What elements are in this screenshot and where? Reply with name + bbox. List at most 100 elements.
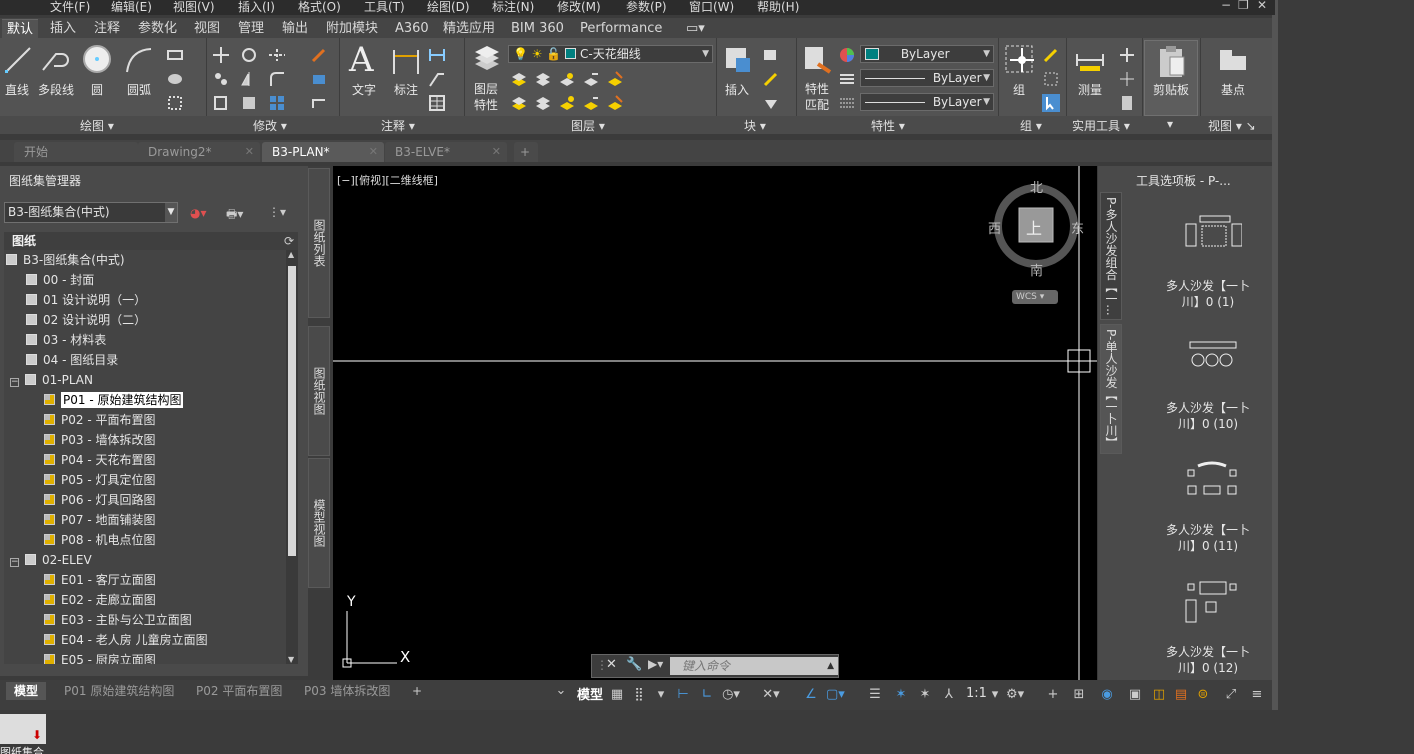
palette-item-label[interactable]: 多人沙发【一卜川】0 (11) (1158, 522, 1258, 554)
lineweight-dropdown[interactable]: ByLayer ▼ (860, 93, 994, 111)
print-icon[interactable]: 🖶▾ (226, 205, 243, 226)
layer-tool-icon[interactable] (582, 94, 600, 112)
wcs-menu[interactable]: WCS ▾ (1012, 290, 1058, 304)
tree-group[interactable]: − 02-ELEV (10, 550, 92, 570)
menu-file[interactable]: 文件(F) (50, 0, 90, 15)
tree-sheet-item[interactable]: E02 - 走廊立面图 (44, 590, 156, 610)
dimension-label[interactable]: 标注 (394, 81, 418, 98)
hardware-acceleration-icon[interactable]: ◉ (1098, 686, 1116, 704)
compass-north[interactable]: 北 (1030, 177, 1043, 196)
annotation-panel-title[interactable]: 注释 ▾ (381, 117, 415, 134)
text-label[interactable]: 文字 (352, 81, 376, 98)
annotation-scale-icon[interactable]: ⅄ (940, 686, 958, 704)
hamburger-menu-icon[interactable]: ≡ (1248, 686, 1266, 704)
group-selection-icon[interactable] (1042, 94, 1060, 112)
scale-icon[interactable] (240, 94, 258, 112)
match-properties-icon[interactable] (802, 44, 834, 76)
fullscreen-icon[interactable]: ⤢ (1222, 686, 1240, 704)
graphics-icon[interactable]: ▣ (1126, 686, 1144, 704)
isometric-icon[interactable]: ✕▾ (762, 686, 780, 704)
desktop-icon-thumbnail[interactable]: ⬇ (0, 714, 46, 744)
create-block-icon[interactable] (762, 46, 780, 64)
circle-label[interactable]: 圆 (91, 81, 103, 98)
tab-performance[interactable]: Performance (580, 19, 662, 38)
tree-sheet-item[interactable]: P06 - 灯具回路图 (44, 490, 155, 510)
dynamic-input-icon[interactable]: ⊢ (674, 686, 692, 704)
gradient-icon[interactable] (166, 94, 184, 112)
scroll-down-icon[interactable]: ▼ (288, 655, 294, 664)
menu-insert[interactable]: 插入(I) (238, 0, 275, 15)
lock-ui-icon[interactable]: ▤ (1172, 686, 1190, 704)
tab-annotate[interactable]: 注释 (94, 19, 120, 38)
group-label[interactable]: 组 (1013, 81, 1025, 98)
tab-featured-apps[interactable]: 精选应用 (443, 19, 495, 38)
object-snap-tracking-icon[interactable]: ∠ (802, 686, 820, 704)
lineweight-icon[interactable] (838, 94, 856, 112)
command-input[interactable]: 键入命令 ▲ (670, 657, 838, 675)
wrench-icon[interactable]: 🔧 (626, 657, 642, 672)
block-panel-title[interactable]: 块 ▾ (744, 117, 766, 134)
snap-icon[interactable]: ⣿ (630, 686, 648, 704)
modify-panel-title[interactable]: 修改 ▾ (253, 117, 287, 134)
annotation-scale[interactable]: 1:1 (966, 686, 987, 701)
tab-view[interactable]: 视图 (194, 19, 220, 38)
close-icon[interactable]: ✕ (1257, 0, 1267, 12)
tree-sheet-item[interactable]: E05 - 厨房立面图 (44, 650, 156, 664)
grid-icon[interactable]: ▦ (608, 686, 626, 704)
scrollbar-thumb[interactable] (288, 266, 296, 556)
erase-icon[interactable] (310, 46, 328, 64)
layer-tool-icon[interactable] (534, 70, 552, 88)
measure-icon[interactable] (1074, 46, 1106, 74)
move-icon[interactable] (212, 46, 230, 64)
menu-dimension[interactable]: 标注(N) (492, 0, 534, 15)
linetype-icon[interactable] (838, 70, 856, 88)
compass-south[interactable]: 南 (1030, 260, 1043, 279)
layer-dropdown[interactable]: 💡 ☀ 🔓 C-天花细线 ▼ (508, 45, 713, 63)
explode-icon[interactable] (310, 70, 328, 88)
linear-dimension-icon[interactable] (428, 46, 446, 64)
menu-modify[interactable]: 修改(M) (557, 0, 601, 15)
measure-label[interactable]: 测量 (1078, 81, 1102, 98)
restore-icon[interactable]: ❐ (1238, 0, 1249, 12)
tab-bim360[interactable]: BIM 360 (511, 19, 564, 38)
id-point-icon[interactable] (1118, 70, 1136, 88)
ribbon-options-icon[interactable]: ▭▾ (686, 19, 705, 38)
collapse-icon[interactable]: − (10, 558, 19, 567)
text-icon[interactable]: A (349, 40, 374, 80)
refresh-icon[interactable]: ⟳ (284, 232, 294, 250)
view-panel-title[interactable]: 视图 ▾ ↘ (1208, 117, 1256, 134)
collapse-icon[interactable]: − (10, 378, 19, 387)
layer-tool-icon[interactable] (558, 94, 576, 112)
sheet-tools-icon[interactable]: ⋮▾ (268, 205, 286, 219)
scroll-up-icon[interactable]: ▲ (288, 250, 294, 259)
tab-model-views[interactable]: 模型视图 (308, 458, 330, 588)
auto-scale-icon[interactable]: ✶ (916, 686, 934, 704)
palette-item-label[interactable]: 多人沙发【一卜川】0 (12) (1158, 644, 1258, 676)
palette-item-label[interactable]: 多人沙发【一卜川】0 (10) (1158, 400, 1258, 432)
calculator-icon[interactable] (1118, 94, 1136, 112)
layer-tool-icon[interactable] (606, 70, 624, 88)
tree-sheet-item[interactable]: E04 - 老人房 儿童房立面图 (44, 630, 208, 650)
array-icon[interactable] (268, 94, 286, 112)
minimize-icon[interactable]: − (1221, 0, 1231, 12)
groups-panel-title[interactable]: 组 ▾ (1020, 117, 1042, 134)
insert-label[interactable]: 插入 (725, 81, 749, 98)
chevron-up-icon[interactable]: ▲ (827, 657, 834, 675)
rectangle-icon[interactable] (166, 46, 184, 64)
doc-tab-b3-elve[interactable]: B3-ELVE* ✕ (385, 142, 507, 162)
quick-properties-icon[interactable]: ◫ (1150, 686, 1168, 704)
properties-panel-title[interactable]: 特性 ▾ (871, 117, 905, 134)
tree-sheet-item[interactable]: P04 - 天花布置图 (44, 450, 155, 470)
menu-edit[interactable]: 编辑(E) (111, 0, 152, 15)
menu-help[interactable]: 帮助(H) (757, 0, 799, 15)
new-tab-button[interactable]: + (514, 142, 538, 162)
layer-tool-icon[interactable] (534, 94, 552, 112)
isolate-icon[interactable]: ⊞ (1070, 686, 1088, 704)
utilities-panel-title[interactable]: 实用工具 ▾ (1072, 117, 1130, 134)
tree-sheet-item[interactable]: P01 - 原始建筑结构图 (44, 390, 184, 410)
edit-block-icon[interactable] (762, 70, 780, 88)
mirror-icon[interactable] (240, 70, 258, 88)
tree-sheet-item[interactable]: P07 - 地面铺装图 (44, 510, 155, 530)
tree-sheet-item[interactable]: E03 - 主卧与公卫立面图 (44, 610, 192, 630)
linetype-dropdown[interactable]: ByLayer ▼ (860, 69, 994, 87)
